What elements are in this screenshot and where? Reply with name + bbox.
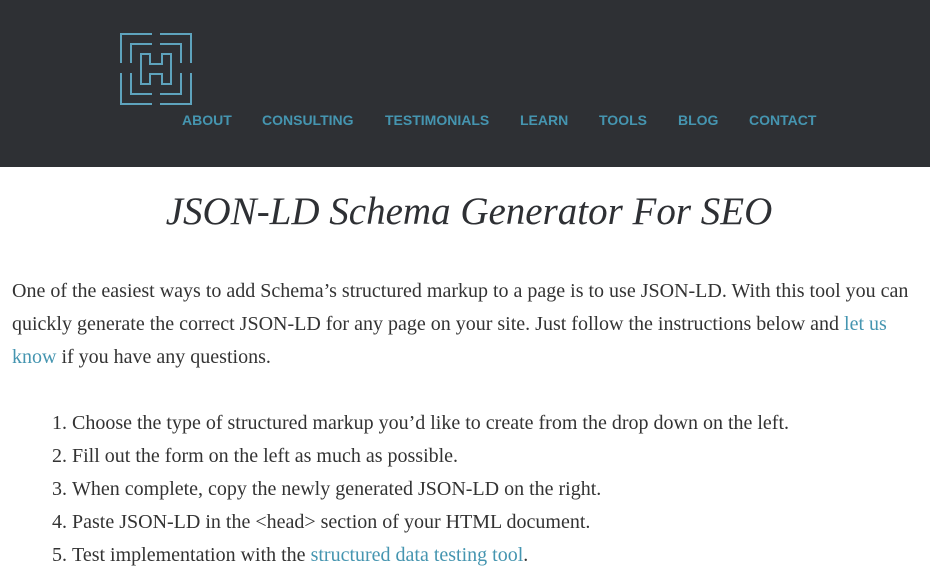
structured-data-testing-tool-link[interactable]: structured data testing tool xyxy=(311,544,524,566)
main-nav: ABOUT CONSULTING TESTIMONIALS LEARN TOOL… xyxy=(0,111,930,131)
list-item: Test implementation with the structured … xyxy=(72,539,930,572)
list-item: When complete, copy the newly generated … xyxy=(72,473,930,506)
instructions-list: Choose the type of structured markup you… xyxy=(12,407,930,572)
list-item: Paste JSON-LD in the <head> section of y… xyxy=(72,506,930,539)
site-header: ABOUT CONSULTING TESTIMONIALS LEARN TOOL… xyxy=(0,0,930,167)
page-title: JSON-LD Schema Generator For SEO xyxy=(165,190,773,233)
nav-consulting[interactable]: CONSULTING xyxy=(262,111,354,129)
step-text-end: . xyxy=(523,544,529,566)
site-logo[interactable] xyxy=(120,33,192,105)
list-item: Choose the type of structured markup you… xyxy=(72,407,930,440)
intro-text-end: if you have any questions. xyxy=(56,346,271,368)
maze-h-logo-icon xyxy=(120,33,192,105)
nav-tools[interactable]: TOOLS xyxy=(599,111,647,129)
step-text: Choose the type of structured markup you… xyxy=(72,412,790,434)
step-text: Paste JSON-LD in the <head> section of y… xyxy=(72,511,591,533)
intro-text: One of the easiest ways to add Schema’s … xyxy=(12,280,909,335)
nav-learn[interactable]: LEARN xyxy=(520,111,568,129)
nav-about[interactable]: ABOUT xyxy=(182,111,232,129)
intro-paragraph: One of the easiest ways to add Schema’s … xyxy=(12,275,922,374)
nav-testimonials[interactable]: TESTIMONIALS xyxy=(385,111,489,129)
step-text: When complete, copy the newly generated … xyxy=(72,478,602,500)
nav-contact[interactable]: CONTACT xyxy=(749,111,816,129)
step-text: Fill out the form on the left as much as… xyxy=(72,445,459,467)
step-text: Test implementation with the xyxy=(72,544,311,566)
nav-blog[interactable]: BLOG xyxy=(678,111,718,129)
list-item: Fill out the form on the left as much as… xyxy=(72,440,930,473)
